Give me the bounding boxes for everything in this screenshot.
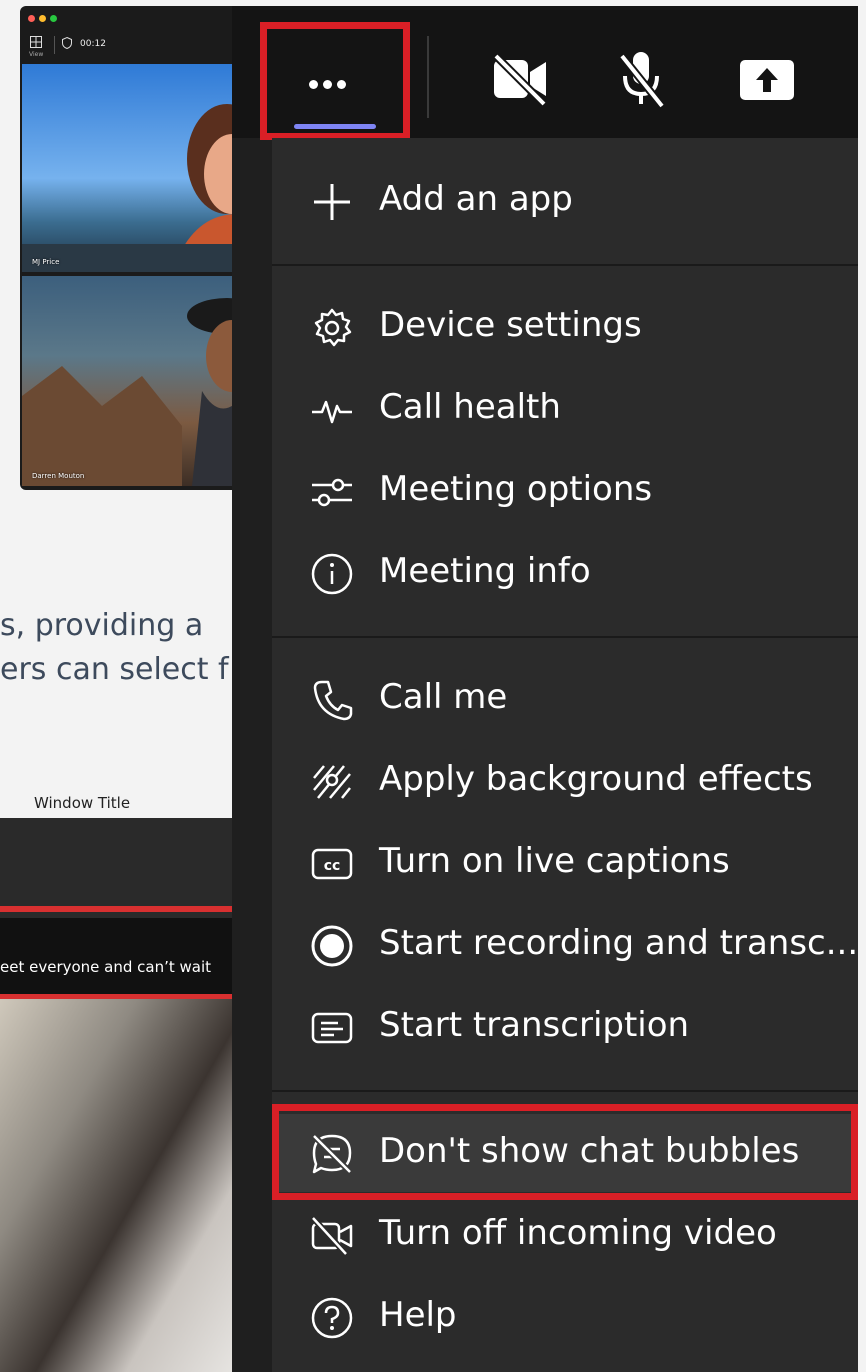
menu-item-help[interactable]: Help <box>272 1278 858 1356</box>
video-feed <box>0 999 240 1372</box>
caption-text: eet everyone and can’t wait <box>0 958 212 976</box>
plus-icon <box>314 184 350 220</box>
avatar-illustration-2 <box>22 298 258 486</box>
participant-tile-1: MJ Price <box>22 64 258 272</box>
svg-text:cc: cc <box>324 858 341 874</box>
background-meeting-window: View 00:12 MJ Price Darren Mouton <box>20 6 260 490</box>
window-titlebar: Window Title <box>0 788 240 818</box>
shield-icon <box>62 36 72 50</box>
window-close-dot <box>28 15 35 22</box>
pulse-icon <box>312 400 352 424</box>
menu-item-background-effects[interactable]: Apply background effects <box>272 742 858 820</box>
article-text-line-2: ers can select f <box>0 652 229 687</box>
meeting-timer: 00:12 <box>80 39 106 49</box>
menu-item-start-recording[interactable]: Start recording and transc... <box>272 906 858 984</box>
menu-item-start-transcription[interactable]: Start transcription <box>272 988 858 1066</box>
meeting-controls-panel: Add an app Device settings Call health M… <box>232 6 858 1372</box>
menu-item-device-settings[interactable]: Device settings <box>272 288 858 366</box>
red-strip <box>0 906 240 912</box>
info-icon <box>311 553 353 595</box>
microphone-button[interactable] <box>616 30 666 130</box>
mini-toolbar: View 00:12 <box>20 28 260 68</box>
grid-view-icon <box>30 36 42 48</box>
video-off-icon <box>310 1215 353 1257</box>
menu-item-incoming-video[interactable]: Turn off incoming video <box>272 1196 858 1274</box>
more-actions-menu: Add an app Device settings Call health M… <box>272 138 858 1372</box>
menu-item-meeting-info[interactable]: Meeting info <box>272 534 858 612</box>
menu-item-label: Start transcription <box>379 1005 690 1045</box>
menu-item-call-health[interactable]: Call health <box>272 370 858 448</box>
menu-divider <box>272 636 858 638</box>
participant-tile-2: Darren Mouton <box>22 276 258 486</box>
share-screen-button[interactable] <box>740 30 794 130</box>
menu-item-label: Apply background effects <box>379 759 813 799</box>
menu-item-label: Add an app <box>379 179 573 219</box>
closed-captions-icon: cc <box>311 848 353 880</box>
record-icon <box>311 925 353 967</box>
camera-off-icon <box>493 53 547 107</box>
highlight-box-more <box>260 22 410 140</box>
participant-name-2: Darren Mouton <box>32 472 85 480</box>
menu-item-label: Call me <box>379 677 508 717</box>
menu-item-label: Turn on live captions <box>379 841 730 881</box>
highlight-box-chat-bubbles <box>272 1104 858 1200</box>
menu-item-label: Help <box>379 1295 457 1335</box>
menu-item-label: Call health <box>379 387 561 427</box>
avatar-illustration-1 <box>22 104 258 272</box>
caption-bar: eet everyone and can’t wait <box>0 918 240 996</box>
menu-item-label: Start recording and transc... <box>379 923 859 963</box>
menu-item-call-me[interactable]: Call me <box>272 660 858 738</box>
menu-item-meeting-options[interactable]: Meeting options <box>272 452 858 530</box>
phone-icon <box>313 680 353 721</box>
participant-name-1: MJ Price <box>32 258 60 266</box>
microphone-off-icon <box>618 52 666 109</box>
toolbar-divider <box>427 36 429 118</box>
menu-divider <box>272 1090 858 1092</box>
menu-item-label: Turn off incoming video <box>379 1213 777 1253</box>
menu-item-label: Device settings <box>379 305 642 345</box>
transcript-icon <box>311 1012 353 1044</box>
help-icon <box>311 1297 353 1339</box>
menu-item-label: Meeting info <box>379 551 591 591</box>
menu-item-add-app[interactable]: Add an app <box>272 162 858 240</box>
sliders-icon <box>312 478 352 507</box>
background-video-window: Window Title eet everyone and can’t wait <box>0 788 240 1372</box>
gear-icon <box>314 308 352 347</box>
menu-divider <box>272 264 858 266</box>
meeting-toolbar <box>232 6 858 140</box>
toolbar-separator <box>54 36 55 54</box>
view-label: View <box>29 51 44 58</box>
window-minimize-dot <box>39 15 46 22</box>
window-zoom-dot <box>50 15 57 22</box>
window-title: Window Title <box>34 794 131 812</box>
share-screen-icon <box>740 60 794 100</box>
menu-item-label: Meeting options <box>379 469 653 509</box>
camera-button[interactable] <box>490 30 552 130</box>
menu-item-live-captions[interactable]: cc Turn on live captions <box>272 824 858 902</box>
background-effects-icon <box>313 765 351 799</box>
article-text-line-1: s, providing a <box>0 608 204 643</box>
